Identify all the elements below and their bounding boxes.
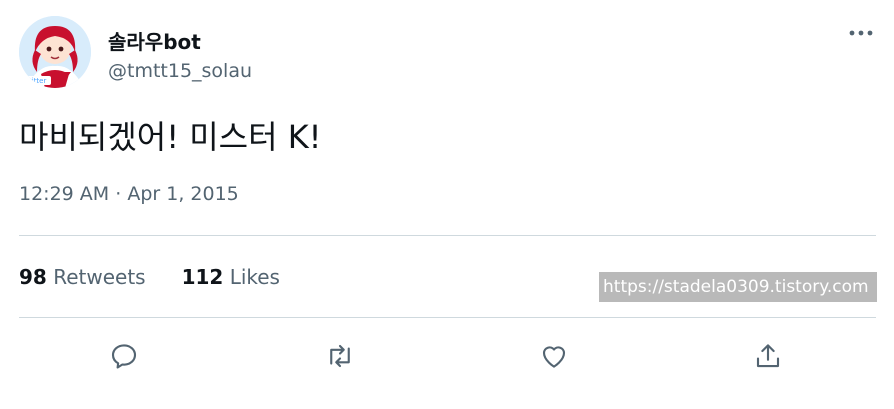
like-button[interactable] <box>534 336 574 376</box>
likes-count: 112 <box>181 265 224 289</box>
reply-button[interactable] <box>104 336 144 376</box>
tweet-date[interactable]: Apr 1, 2015 <box>127 183 238 205</box>
tweet-stats: 98 Retweets 112 Likes <box>19 265 316 289</box>
display-name[interactable]: 솔라우bot <box>108 26 201 55</box>
avatar-image: titter <box>19 16 91 88</box>
avatar[interactable]: titter <box>19 16 91 88</box>
divider-top <box>19 235 876 236</box>
likes-stat[interactable]: 112 Likes <box>182 265 280 289</box>
more-horizontal-icon <box>849 30 873 36</box>
watermark-url: https://stadela0309.tistory.com <box>599 272 877 302</box>
meta-separator: · <box>115 183 122 205</box>
svg-text:titter: titter <box>29 77 46 85</box>
more-options-button[interactable] <box>845 22 877 44</box>
divider-bottom <box>19 317 876 318</box>
tweet-text: 마비되겠어! 미스터 K! <box>19 118 322 156</box>
action-bar <box>0 336 894 376</box>
tweet-timestamp: 12:29 AM · Apr 1, 2015 <box>19 183 239 205</box>
retweets-label: Retweets <box>53 265 146 289</box>
retweet-button[interactable] <box>320 336 360 376</box>
like-icon <box>542 346 566 368</box>
retweets-stat[interactable]: 98 Retweets <box>19 265 146 289</box>
user-handle[interactable]: @tmtt15_solau <box>108 60 252 82</box>
share-button[interactable] <box>748 336 788 376</box>
tweet-time[interactable]: 12:29 AM <box>19 183 109 205</box>
retweets-count: 98 <box>19 265 47 289</box>
share-icon <box>756 344 780 368</box>
likes-label: Likes <box>229 265 280 289</box>
retweet-icon <box>330 344 350 368</box>
reply-icon <box>111 344 137 369</box>
